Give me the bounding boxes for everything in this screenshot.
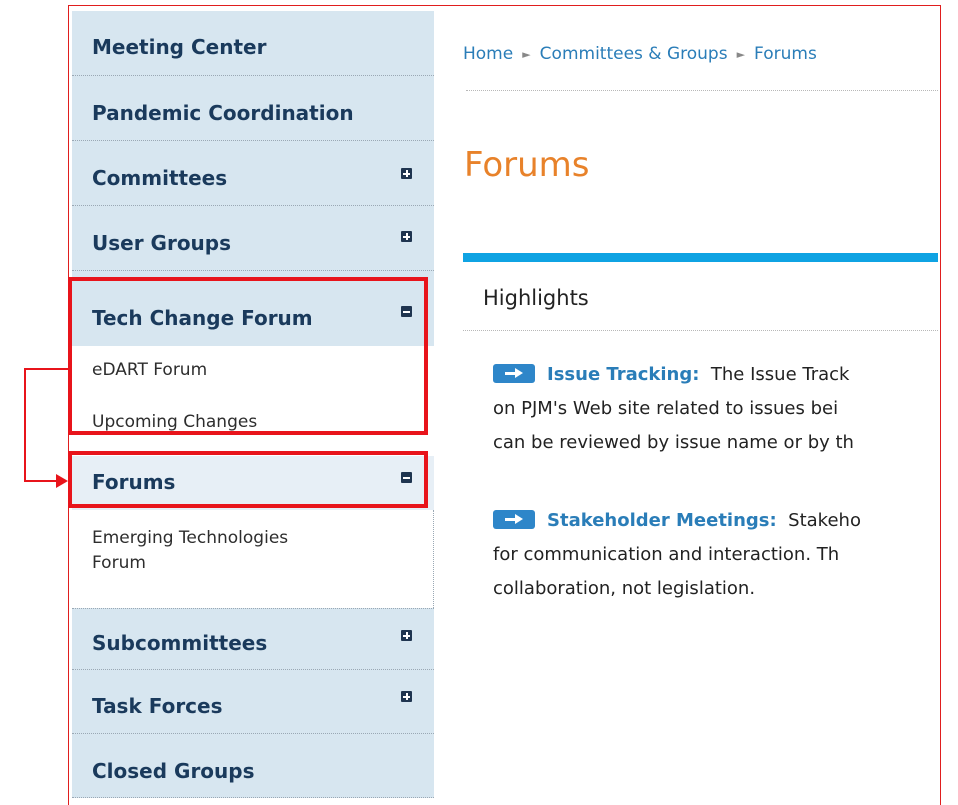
expand-plus-icon[interactable]	[401, 691, 412, 702]
highlight-text: collaboration, not legislation.	[493, 578, 756, 599]
breadcrumb-separator-icon: ►	[736, 48, 746, 61]
issue-tracking-link[interactable]: Issue Tracking:	[547, 364, 699, 385]
highlight-text: on PJM's Web site related to issues bei	[493, 398, 839, 419]
sidebar-item-meeting-center[interactable]: Meeting Center	[72, 11, 434, 76]
highlight-text: for communication and interaction. Th	[493, 544, 840, 565]
connector-line	[24, 480, 56, 482]
breadcrumb-separator-icon: ►	[522, 48, 531, 61]
subitem-emerging-technologies-forum[interactable]: Emerging Technologies	[92, 528, 288, 548]
sidebar-item-committees[interactable]: Committees	[72, 141, 434, 206]
highlight-text: Stakeho	[788, 510, 861, 531]
connector-arrowhead	[56, 474, 68, 488]
forums-subitems: Emerging Technologies Forum	[72, 510, 434, 608]
expand-plus-icon[interactable]	[401, 231, 412, 242]
connector-line	[24, 368, 70, 370]
sidebar-item-user-groups[interactable]: User Groups	[72, 206, 434, 271]
page-title: Forums	[464, 145, 590, 185]
highlight-text: The Issue Track	[710, 364, 850, 385]
highlights-accent-bar	[463, 253, 938, 262]
arrow-right-icon[interactable]	[493, 509, 535, 529]
sidebar-item-label: Committees	[92, 166, 228, 190]
breadcrumb-forums[interactable]: Forums	[754, 44, 817, 64]
divider	[463, 330, 938, 331]
sidebar-item-label: Closed Groups	[92, 759, 255, 783]
arrow-right-icon[interactable]	[493, 363, 535, 383]
divider	[466, 90, 938, 91]
sidebar-item-task-forces[interactable]: Task Forces	[72, 670, 434, 734]
sidebar-item-pandemic-coordination[interactable]: Pandemic Coordination	[72, 76, 434, 141]
highlight-stakeholder-meetings: Stakeholder Meetings: Stakeho for commun…	[493, 504, 861, 606]
subitem-emerging-technologies-forum-cont[interactable]: Forum	[92, 553, 146, 573]
sidebar-item-label: Pandemic Coordination	[92, 101, 354, 125]
highlight-box-tech-change-forum	[68, 277, 428, 435]
sidebar-item-label: Subcommittees	[92, 631, 268, 655]
expand-plus-icon[interactable]	[401, 168, 412, 179]
sidebar-item-label: Meeting Center	[92, 35, 267, 59]
sidebar-item-closed-groups[interactable]: Closed Groups	[72, 734, 434, 798]
sidebar-item-subcommittees[interactable]: Subcommittees	[72, 608, 434, 670]
stakeholder-meetings-link[interactable]: Stakeholder Meetings:	[547, 510, 777, 531]
highlight-box-forums	[68, 451, 428, 508]
highlight-text: can be reviewed by issue name or by th	[493, 432, 854, 453]
breadcrumb-committees-groups[interactable]: Committees & Groups	[540, 44, 728, 64]
breadcrumb-home[interactable]: Home	[463, 44, 513, 64]
connector-line	[24, 368, 26, 482]
highlights-heading: Highlights	[483, 286, 589, 310]
sidebar-item-label: Task Forces	[92, 694, 223, 718]
expand-plus-icon[interactable]	[401, 630, 412, 641]
highlights-content: Issue Tracking: The Issue Track on PJM's…	[463, 350, 938, 650]
breadcrumb: Home ► Committees & Groups ► Forums	[463, 44, 817, 64]
highlight-issue-tracking: Issue Tracking: The Issue Track on PJM's…	[493, 358, 854, 460]
sidebar-item-label: User Groups	[92, 231, 232, 255]
